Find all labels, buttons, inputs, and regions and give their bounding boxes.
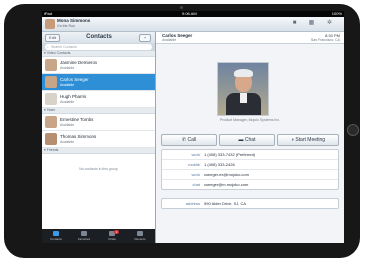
detail-label: mobile bbox=[188, 162, 200, 167]
chat-label: Chat bbox=[244, 137, 256, 143]
avatar bbox=[45, 76, 57, 88]
contact-status: Available bbox=[60, 83, 75, 87]
unread-badge: 3 bbox=[114, 230, 119, 234]
detail-value: 1 (408) 333-7432 (Preferred) bbox=[204, 152, 256, 157]
gear-icon[interactable]: ✲ bbox=[325, 20, 334, 27]
detail-row[interactable]: mobile 1 (408) 333-2426 bbox=[162, 160, 338, 170]
contact-status: Available bbox=[60, 123, 75, 127]
detail-location: San Francisco, CA bbox=[310, 38, 340, 42]
detail-status: Available bbox=[162, 38, 177, 42]
meeting-label: Start Meeting bbox=[295, 137, 326, 143]
contact-photo bbox=[217, 62, 269, 116]
screen: iPad 9:06 AM 100% Mona Simmons On the Ru… bbox=[42, 11, 344, 243]
address-row[interactable]: address 990 Alder Drive, SJ, CA bbox=[161, 198, 339, 209]
contact-name: Jasmine Demierov bbox=[60, 60, 98, 65]
section-header-friends[interactable]: ▾ Friends bbox=[42, 148, 155, 154]
detail-value: 1 (408) 333-2426 bbox=[204, 162, 235, 167]
call-label: Call bbox=[187, 137, 197, 143]
tab-label: Favorites bbox=[77, 237, 91, 241]
user-status[interactable]: On the Run bbox=[57, 24, 75, 28]
call-button[interactable]: ✆ Call bbox=[161, 134, 217, 146]
avatar bbox=[45, 93, 57, 105]
avatar bbox=[45, 116, 57, 128]
start-meeting-button[interactable]: ◑ Start Meeting bbox=[277, 134, 339, 146]
section-label: Video Contacts bbox=[46, 51, 71, 55]
top-bar: Mona Simmons On the Run ■ ▦ ✲ bbox=[42, 17, 344, 32]
avatar bbox=[45, 133, 57, 145]
tab-label: Chats bbox=[108, 237, 116, 241]
contact-name: Hugh Pharris bbox=[60, 94, 87, 99]
contacts-title: Contacts bbox=[86, 34, 112, 40]
meeting-icon: ◑ bbox=[290, 137, 294, 143]
contact-name: Ernestine Tombs bbox=[60, 117, 94, 122]
tab-bar: Contacts Favorites 3 Chats Recents bbox=[42, 229, 155, 243]
tab-contacts[interactable]: Contacts bbox=[42, 229, 70, 243]
address-value: 990 Alder Drive, SJ, CA bbox=[204, 201, 247, 206]
phone-icon: ✆ bbox=[181, 137, 187, 143]
contact-status: Available bbox=[60, 100, 75, 104]
tab-favorites[interactable]: Favorites bbox=[70, 229, 98, 243]
detail-label: chat bbox=[192, 182, 200, 187]
list-item[interactable]: Hugh Pharris Available bbox=[42, 91, 155, 108]
chevron-down-icon: ▾ bbox=[44, 148, 46, 152]
tab-label: Recents bbox=[134, 237, 146, 241]
star-icon bbox=[81, 231, 87, 236]
search-input[interactable]: ⌕ Search Contacts bbox=[45, 44, 152, 50]
detail-label: work bbox=[191, 172, 200, 177]
chevron-down-icon: ▾ bbox=[44, 108, 46, 112]
edit-button[interactable]: Edit bbox=[45, 34, 60, 42]
clock-icon bbox=[137, 231, 143, 236]
chat-button[interactable]: ▬ Chat bbox=[219, 134, 275, 146]
search-placeholder: Search Contacts bbox=[50, 45, 77, 49]
list-item[interactable]: Thomas Simmons Available bbox=[42, 131, 155, 148]
section-label: Friends bbox=[46, 148, 59, 152]
contacts-icon bbox=[53, 231, 59, 236]
chat-icon: ▬ bbox=[238, 137, 244, 143]
contact-name: Thomas Simmons bbox=[60, 134, 97, 139]
section-label: Team bbox=[46, 108, 56, 112]
photo-caption: Product Manager, Mojolo Systems Inc. bbox=[220, 118, 280, 122]
chevron-down-icon: ▾ bbox=[44, 51, 46, 55]
detail-row[interactable]: work cseeger.ex@mojoko.com bbox=[162, 170, 338, 180]
detail-header: Carlos Seeger Available 8:30 PM San Fran… bbox=[156, 32, 344, 44]
video-camera-icon[interactable]: ■ bbox=[290, 20, 299, 27]
tab-chats[interactable]: 3 Chats bbox=[98, 229, 126, 243]
contact-name: Carlos Seeger bbox=[60, 77, 89, 82]
detail-value: cseeger.ex@mojoko.com bbox=[204, 172, 249, 177]
detail-value: cseeger@m.mojoko.com bbox=[204, 182, 249, 187]
avatar[interactable] bbox=[45, 19, 55, 29]
photo-shirt bbox=[240, 93, 247, 103]
camera-dot bbox=[180, 6, 183, 9]
contact-status: Available bbox=[60, 66, 75, 70]
home-button[interactable] bbox=[347, 124, 359, 136]
empty-group-text: No contacts in this group bbox=[79, 167, 118, 171]
list-item-selected[interactable]: Carlos Seeger Available bbox=[42, 74, 155, 91]
contacts-panel: Edit Contacts + ⌕ Search Contacts ▾ Video… bbox=[42, 32, 156, 243]
tab-label: Contacts bbox=[50, 237, 62, 241]
tab-recents[interactable]: Recents bbox=[126, 229, 154, 243]
detail-label: work bbox=[191, 152, 200, 157]
user-name[interactable]: Mona Simmons bbox=[57, 18, 90, 23]
grid-icon[interactable]: ▦ bbox=[307, 20, 316, 27]
detail-row[interactable]: chat cseeger@m.mojoko.com bbox=[162, 180, 338, 189]
photo-hair bbox=[234, 69, 253, 77]
list-item[interactable]: Ernestine Tombs Available bbox=[42, 114, 155, 131]
contact-details: work 1 (408) 333-7432 (Preferred) mobile… bbox=[161, 149, 339, 190]
search-bar: ⌕ Search Contacts bbox=[42, 43, 155, 51]
list-item[interactable]: Jasmine Demierov Available bbox=[42, 57, 155, 74]
contact-detail-panel: Carlos Seeger Available 8:30 PM San Fran… bbox=[156, 32, 344, 243]
detail-row[interactable]: work 1 (408) 333-7432 (Preferred) bbox=[162, 150, 338, 160]
ipad-frame: iPad 9:06 AM 100% Mona Simmons On the Ru… bbox=[4, 4, 360, 258]
avatar bbox=[45, 59, 57, 71]
contact-status: Available bbox=[60, 140, 75, 144]
address-label: address bbox=[185, 201, 200, 206]
add-contact-button[interactable]: + bbox=[139, 34, 151, 42]
